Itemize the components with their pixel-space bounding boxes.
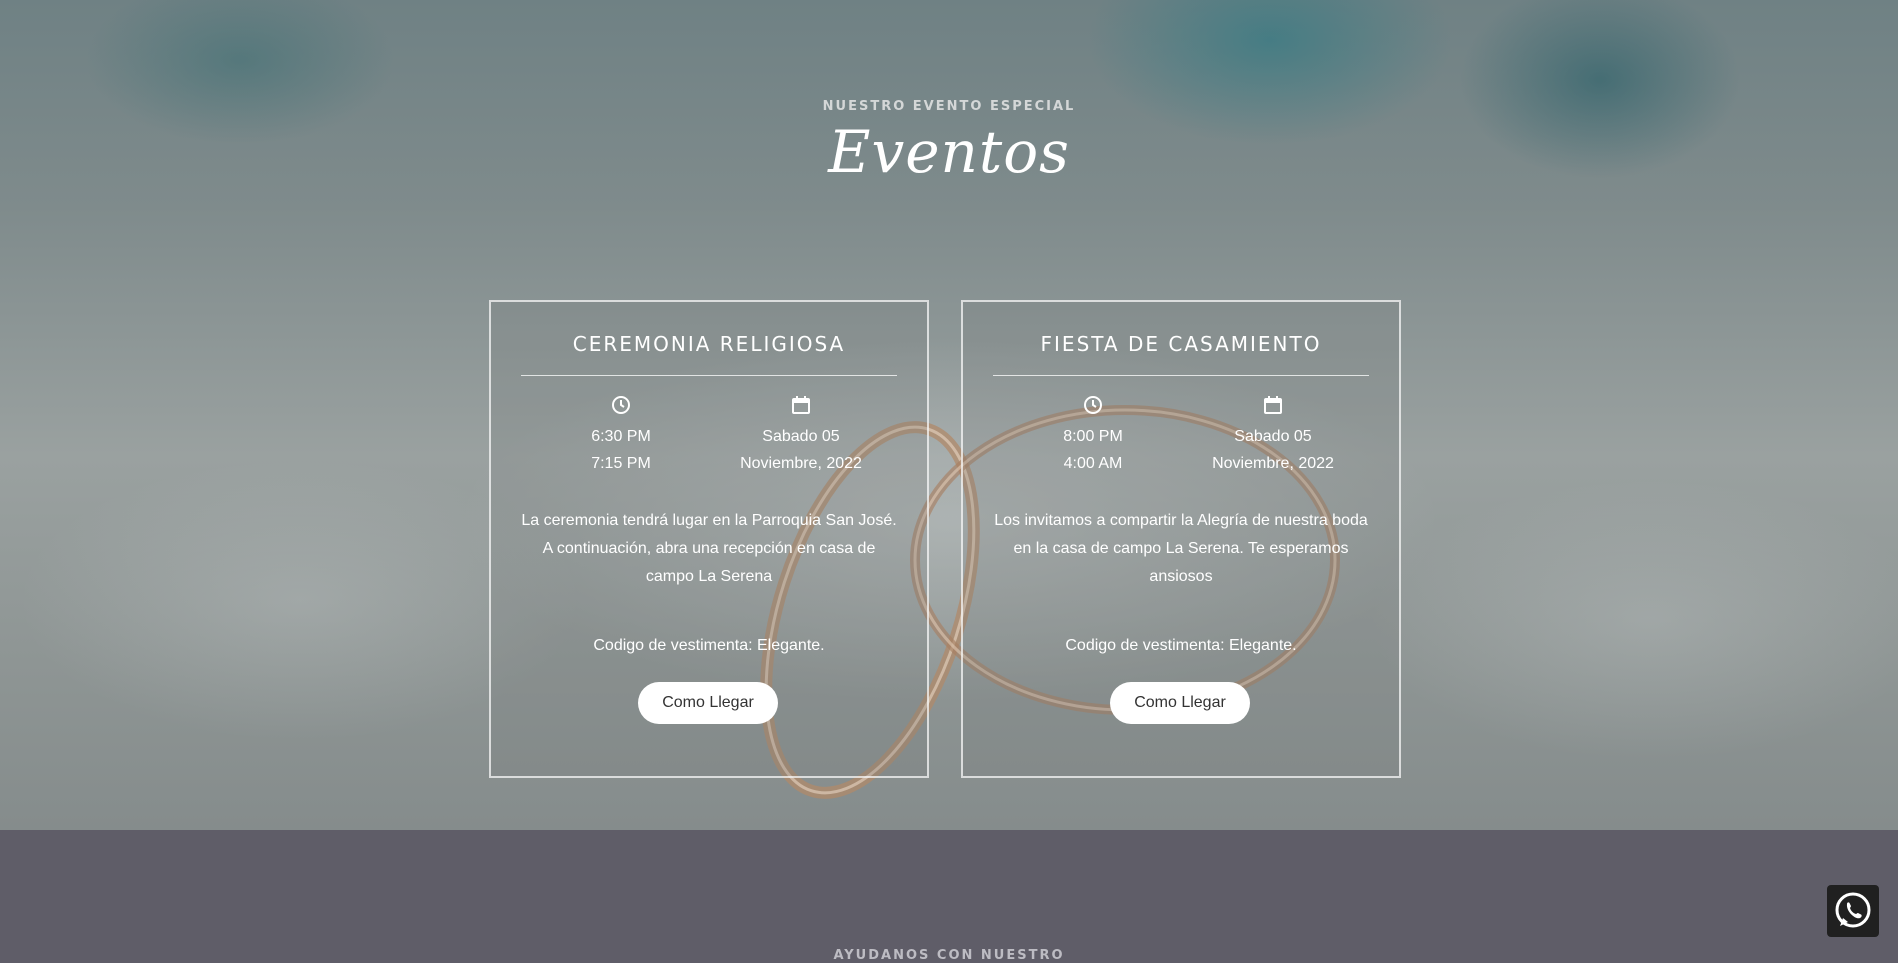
event-card-title: CEREMONIA RELIGIOSA (572, 332, 846, 356)
events-title: Eventos (828, 118, 1070, 186)
clock-icon (1003, 395, 1183, 419)
events-hero-section: NUESTRO EVENTO ESPECIAL Eventos CEREMONI… (0, 0, 1898, 830)
event-date-day: Sabado 05 (1234, 428, 1312, 445)
event-date: Sabado 05 Noviembre, 2022 (1183, 395, 1363, 477)
event-time: 8:00 PM 4:00 AM (1003, 395, 1183, 477)
event-time-start: 6:30 PM (591, 428, 651, 445)
events-eyebrow: NUESTRO EVENTO ESPECIAL (822, 99, 1076, 114)
event-date: Sabado 05 Noviembre, 2022 (711, 395, 891, 477)
whatsapp-icon (1835, 892, 1871, 928)
title-divider (521, 375, 897, 376)
clock-icon (531, 395, 711, 419)
calendar-icon (1183, 395, 1363, 419)
event-date-month: Noviembre, 2022 (1212, 455, 1334, 472)
event-time-end: 7:15 PM (591, 455, 651, 472)
event-date-month: Noviembre, 2022 (740, 455, 862, 472)
event-time-end: 4:00 AM (1063, 455, 1123, 472)
event-dress-code: Codigo de vestimenta: Elegante. (1065, 637, 1297, 654)
event-dress-code: Codigo de vestimenta: Elegante. (593, 637, 825, 654)
event-description: La ceremonia tendrá lugar en la Parroqui… (521, 512, 897, 585)
event-card-title: FIESTA DE CASAMIENTO (1040, 332, 1322, 356)
como-llegar-button[interactable]: Como Llegar (1110, 682, 1250, 724)
event-card-party: FIESTA DE CASAMIENTO 8:00 PM 4:00 AM Sab… (961, 300, 1401, 778)
whatsapp-button[interactable] (1827, 885, 1879, 937)
calendar-icon (711, 395, 891, 419)
next-section-eyebrow: AYUDANOS CON NUESTRO (833, 948, 1065, 963)
event-description: Los invitamos a compartir la Alegría de … (994, 512, 1368, 585)
event-time-start: 8:00 PM (1063, 428, 1123, 445)
como-llegar-button[interactable]: Como Llegar (638, 682, 778, 724)
event-card-ceremony: CEREMONIA RELIGIOSA 6:30 PM 7:15 PM Saba… (489, 300, 929, 778)
title-divider (993, 375, 1369, 376)
event-time: 6:30 PM 7:15 PM (531, 395, 711, 477)
event-date-day: Sabado 05 (762, 428, 840, 445)
